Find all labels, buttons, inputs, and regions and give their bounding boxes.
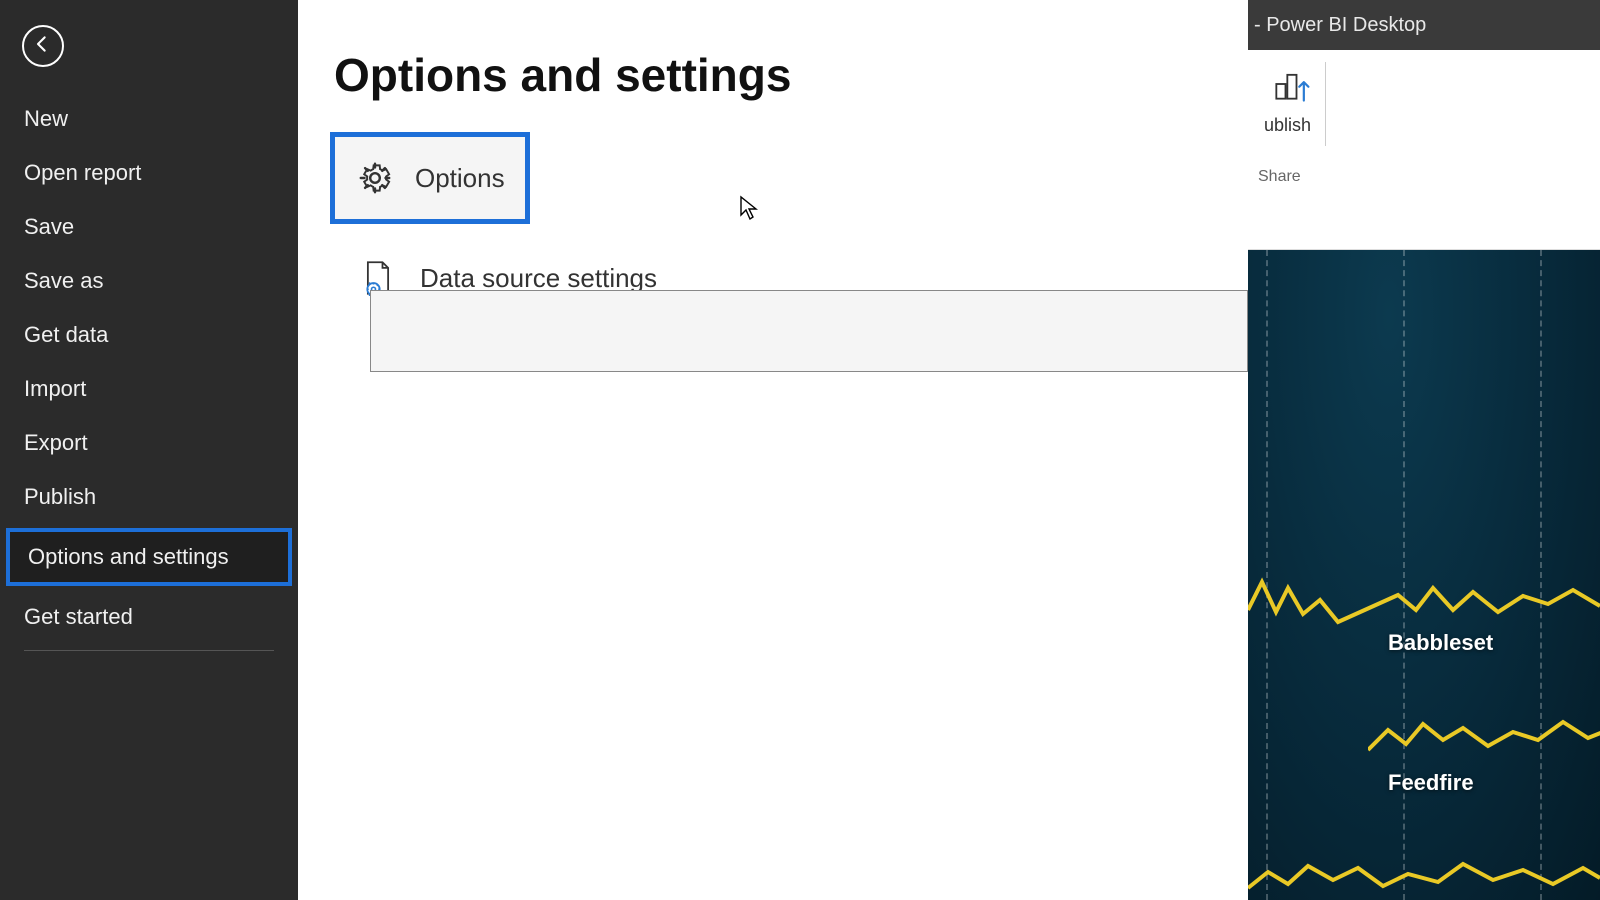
file-menu-sidebar: New Open report Save Save as Get data Im… — [0, 0, 298, 900]
menu-item-import[interactable]: Import — [0, 362, 298, 416]
ribbon-group-label: Share — [1258, 168, 1600, 186]
menu-item-publish[interactable]: Publish — [0, 470, 298, 524]
background-app-window: - Power BI Desktop ublish Share Babblese… — [1248, 0, 1600, 900]
options-label: Options — [415, 163, 505, 194]
file-menu-list: New Open report Save Save as Get data Im… — [0, 92, 298, 651]
sparkline — [1248, 570, 1600, 630]
publish-label: ublish — [1264, 115, 1311, 136]
menu-divider — [24, 650, 274, 651]
gear-icon — [355, 158, 395, 198]
series-label-feedfire: Feedfire — [1388, 770, 1474, 796]
menu-item-save-as[interactable]: Save as — [0, 254, 298, 308]
menu-item-options-and-settings[interactable]: Options and settings — [6, 528, 292, 586]
data-source-settings-button[interactable]: Data source settings — [334, 238, 1212, 298]
window-title: - Power BI Desktop — [1254, 14, 1426, 37]
menu-item-get-started[interactable]: Get started — [0, 590, 298, 644]
sparkline — [1368, 710, 1600, 760]
menu-item-get-data[interactable]: Get data — [0, 308, 298, 362]
options-settings-panel: Options and settings Options — [298, 0, 1248, 900]
series-label-babbleset: Babbleset — [1388, 630, 1493, 656]
page-title: Options and settings — [334, 48, 1212, 102]
mouse-cursor-icon — [739, 195, 759, 221]
data-source-settings-label: Data source settings — [420, 263, 657, 294]
publish-button[interactable]: ublish — [1256, 62, 1326, 146]
ribbon-share-group: ublish Share — [1248, 50, 1600, 250]
report-canvas[interactable]: Babbleset Feedfire — [1248, 250, 1600, 900]
back-button[interactable] — [22, 25, 64, 67]
publish-icon — [1269, 62, 1313, 111]
options-row-background — [370, 290, 1248, 372]
menu-item-open-report[interactable]: Open report — [0, 146, 298, 200]
menu-item-export[interactable]: Export — [0, 416, 298, 470]
menu-item-new[interactable]: New — [0, 92, 298, 146]
options-button[interactable]: Options — [330, 132, 530, 224]
window-titlebar: - Power BI Desktop — [1248, 0, 1600, 50]
back-arrow-icon — [33, 34, 53, 59]
sparkline — [1248, 850, 1600, 900]
menu-item-save[interactable]: Save — [0, 200, 298, 254]
